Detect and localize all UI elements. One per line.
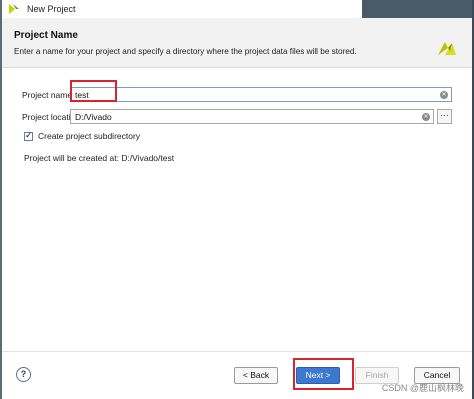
project-location-input[interactable]: D:/Vivado ✕ — [70, 109, 434, 124]
title-bar: New Project — [2, 0, 472, 18]
vivado-logo-icon — [9, 4, 19, 14]
watermark: CSDN @鹿山枫林晚 — [381, 383, 464, 393]
page-header: Project Name Enter a name for your proje… — [2, 18, 472, 68]
browse-button[interactable]: ··· — [437, 109, 452, 124]
window-title: New Project — [27, 4, 76, 14]
form-area: Project name: test ✕ Project location: D… — [2, 69, 472, 349]
help-icon[interactable]: ? — [16, 367, 31, 382]
project-location-value: D:/Vivado — [75, 111, 112, 122]
highlight-box-name — [70, 80, 117, 102]
create-subdir-checkbox[interactable] — [24, 130, 33, 141]
clear-icon[interactable]: ✕ — [440, 91, 448, 99]
back-button[interactable]: < Back — [234, 367, 278, 384]
vivado-logo-icon — [438, 42, 456, 55]
project-name-input[interactable]: test ✕ — [70, 87, 452, 102]
create-subdir-label[interactable]: Create project subdirectory — [38, 131, 140, 141]
created-at-text: Project will be created at: D:/Vivado/te… — [24, 153, 175, 163]
project-location-label: Project location: — [22, 111, 83, 122]
background-window-edge — [362, 0, 472, 18]
project-name-label: Project name: — [22, 89, 75, 100]
new-project-dialog: New Project Project Name Enter a name fo… — [2, 0, 472, 399]
project-location-row: Project location: D:/Vivado ✕ ··· — [22, 109, 452, 124]
page-description: Enter a name for your project and specif… — [14, 47, 357, 56]
footer: ? < Back Next > Finish Cancel CSDN @鹿山枫林… — [2, 351, 472, 399]
create-subdir-row: Create project subdirectory — [24, 130, 140, 141]
highlight-box-next — [293, 358, 354, 390]
page-title: Project Name — [14, 30, 78, 41]
clear-icon[interactable]: ✕ — [422, 113, 430, 121]
